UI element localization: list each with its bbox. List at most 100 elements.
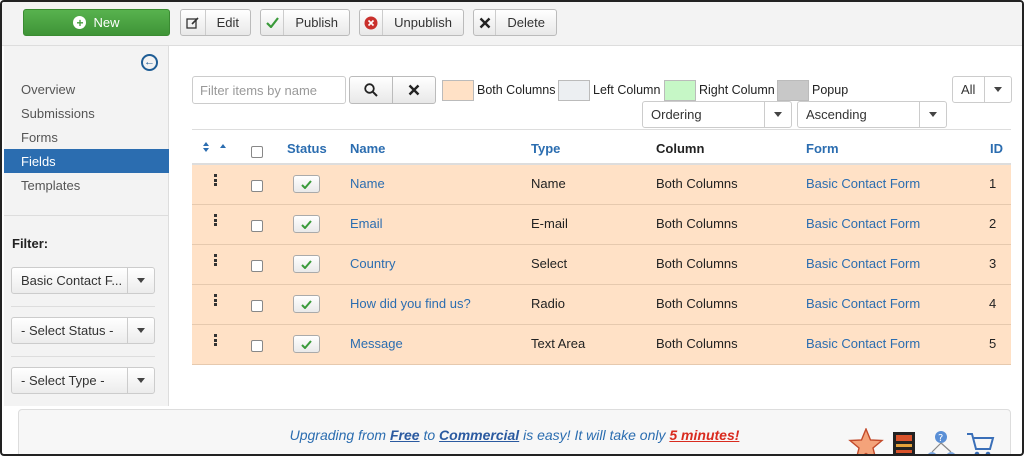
check-icon [301,259,312,269]
published-toggle[interactable] [293,255,320,273]
published-toggle[interactable] [293,175,320,193]
edit-button[interactable]: Edit [180,9,251,36]
ordering-select[interactable]: Ordering [642,101,792,128]
drag-handle-icon[interactable] [214,174,217,186]
delete-button[interactable]: Delete [473,9,557,36]
field-id: 4 [989,296,997,311]
legend-swatch-right-column [664,80,696,101]
form-filter-select[interactable]: Basic Contact F... [11,267,155,294]
row-checkbox[interactable] [251,220,263,232]
published-toggle[interactable] [293,335,320,353]
plus-icon: + [73,16,87,29]
row-checkbox[interactable] [251,180,263,192]
field-column: Both Columns [656,296,738,311]
table-header: Status Name Type Column Form ID [192,129,1011,165]
promo-text: Upgrading from [289,427,390,443]
collapse-sidebar-icon[interactable]: ← [141,54,158,71]
field-id: 5 [989,336,997,351]
field-type: Radio [531,296,565,311]
select-all-checkbox[interactable] [251,146,263,158]
column-header-name[interactable]: Name [350,141,385,156]
field-type: E-mail [531,216,568,231]
column-header-column: Column [656,141,705,156]
sidebar: ← Overview Submissions Forms Fields Temp… [4,46,169,406]
check-icon [301,219,312,229]
table-row: How did you find us? Radio Both Columns Bas… [192,285,1011,325]
new-button[interactable]: + New [23,9,170,36]
sidebar-item-overview[interactable]: Overview [4,77,169,101]
legend-swatch-left-column [558,80,590,101]
legend-label-both-columns: Both Columns [477,83,556,97]
status-filter-value: - Select Status - [21,323,114,338]
sidebar-item-label: Fields [21,153,56,169]
delete-button-label: Delete [507,15,545,30]
sidebar-item-templates[interactable]: Templates [4,173,169,197]
form-link[interactable]: Basic Contact Form [806,216,920,231]
software-box-icon [893,432,915,454]
legend-label-right-column: Right Column [699,83,775,97]
form-link[interactable]: Basic Contact Form [806,256,920,271]
search-button[interactable] [349,76,393,104]
column-header-form[interactable]: Form [806,141,839,156]
search-input[interactable] [192,76,346,104]
column-header-type[interactable]: Type [531,141,560,156]
column-header-status[interactable]: Status [287,141,327,156]
drag-handle-icon[interactable] [214,294,217,306]
field-name-link[interactable]: How did you find us? [350,296,471,311]
promo-text: to [419,427,440,443]
column-header-id[interactable]: ID [990,141,1003,156]
type-filter-value: - Select Type - [21,373,105,388]
legend-swatch-both-columns [442,80,474,101]
row-checkbox[interactable] [251,340,263,352]
free-link[interactable]: Free [390,427,420,443]
form-link[interactable]: Basic Contact Form [806,176,920,191]
commercial-link[interactable]: Commercial [439,427,519,443]
chevron-down-icon [919,102,946,127]
row-checkbox[interactable] [251,260,263,272]
list-limit-select[interactable]: All [952,76,1012,103]
app-window: + New Edit Publish Unpublish Delete ← Ov… [0,0,1024,456]
field-id: 2 [989,216,997,231]
direction-select[interactable]: Ascending [797,101,947,128]
drag-handle-icon[interactable] [214,334,217,346]
type-filter-select[interactable]: - Select Type - [11,367,155,394]
form-link[interactable]: Basic Contact Form [806,336,920,351]
five-minutes-link[interactable]: 5 minutes! [669,427,739,443]
field-id: 3 [989,256,997,271]
field-name-link[interactable]: Email [350,216,383,231]
row-checkbox[interactable] [251,300,263,312]
sidebar-item-label: Submissions [21,105,95,121]
table-row: Country Select Both Columns Basic Contact F… [192,245,1011,285]
field-type: Text Area [531,336,586,351]
field-column: Both Columns [656,336,738,351]
sidebar-item-submissions[interactable]: Submissions [4,101,169,125]
form-link[interactable]: Basic Contact Form [806,296,920,311]
search-icon [364,83,378,97]
sidebar-item-forms[interactable]: Forms [4,125,169,149]
sidebar-item-label: Overview [21,81,76,97]
status-filter-select[interactable]: - Select Status - [11,317,155,344]
sidebar-item-fields[interactable]: Fields [4,149,169,173]
drag-handle-icon[interactable] [214,254,217,266]
close-icon [474,10,497,35]
drag-handle-icon[interactable] [214,214,217,226]
list-limit-value: All [961,82,976,97]
field-name-link[interactable]: Name [350,176,385,191]
published-toggle[interactable] [293,215,320,233]
chevron-down-icon [127,268,154,293]
publish-button[interactable]: Publish [260,9,350,36]
filter-heading: Filter: [12,236,49,251]
unpublish-button[interactable]: Unpublish [359,9,464,36]
legend-label-popup: Popup [812,83,849,97]
published-toggle[interactable] [293,295,320,313]
filter-divider [11,306,155,307]
sort-ordering-icon[interactable] [203,141,227,156]
field-name-link[interactable]: Country [350,256,396,271]
clear-search-button[interactable] [392,76,436,104]
chevron-down-icon [984,77,1011,102]
close-icon [408,84,420,96]
ordering-value: Ordering [651,107,702,122]
publish-button-label: Publish [295,15,338,30]
field-name-link[interactable]: Message [350,336,403,351]
check-icon [261,10,285,35]
